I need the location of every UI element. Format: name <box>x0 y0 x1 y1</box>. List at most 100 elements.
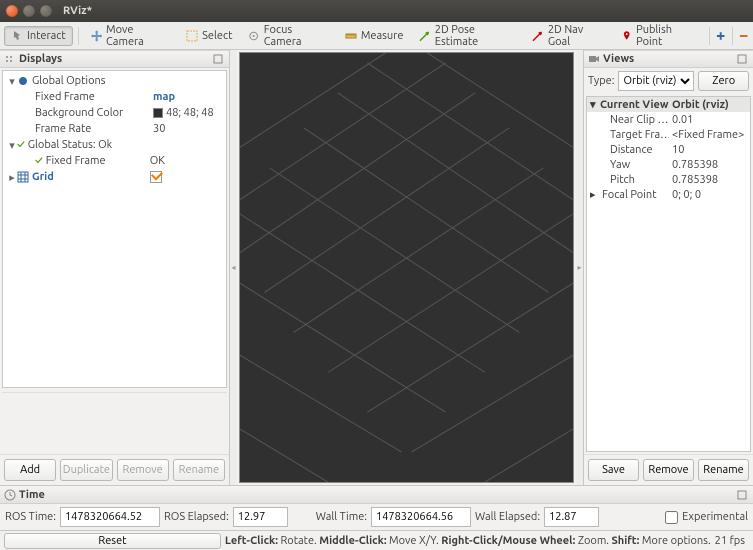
remove-tool-icon[interactable] <box>738 30 749 42</box>
time-title: Time <box>19 489 45 501</box>
select-button[interactable]: Select <box>179 26 239 46</box>
focus-camera-button[interactable]: Focus Camera <box>241 20 335 52</box>
time-panel: Time ROS Time: ROS Elapsed: Wall Time: W… <box>0 485 753 530</box>
add-button[interactable]: Add <box>4 459 56 481</box>
select-icon <box>186 30 198 42</box>
ros-time-field[interactable] <box>60 507 160 527</box>
expand-icon[interactable]: ▾ <box>7 139 17 152</box>
pose-estimate-label: 2D Pose Estimate <box>435 24 517 48</box>
current-view-row[interactable]: ▾ Current View Orbit (rviz) <box>587 97 750 112</box>
views-panel: Views Type: Orbit (rviz) Zero ▾ Current … <box>583 50 753 485</box>
pose-estimate-icon <box>419 30 430 42</box>
ros-elapsed-label: ROS Elapsed: <box>164 511 229 523</box>
property-row[interactable]: Pitch0.785398 <box>587 172 750 187</box>
color-swatch-icon <box>153 108 163 118</box>
measure-icon <box>345 30 357 42</box>
status-ok-icon: ✓ <box>35 155 43 167</box>
pose-estimate-button[interactable]: 2D Pose Estimate <box>412 20 523 52</box>
expand-icon[interactable]: ▾ <box>7 75 17 88</box>
views-close-icon[interactable] <box>735 52 749 66</box>
interact-label: Interact <box>27 30 66 42</box>
wall-time-field[interactable] <box>371 507 471 527</box>
view-type-bar: Type: Orbit (rviz) Zero <box>584 68 753 94</box>
window-title: RViz* <box>63 5 92 17</box>
panel-grip-icon <box>4 53 16 65</box>
window-minimize-icon[interactable] <box>23 5 35 17</box>
nav-goal-label: 2D Nav Goal <box>548 24 605 48</box>
publish-point-icon <box>621 30 632 42</box>
publish-point-label: Publish Point <box>636 24 697 48</box>
view-type-select[interactable]: Orbit (rviz) <box>618 71 694 91</box>
type-label: Type: <box>588 75 614 87</box>
zero-button[interactable]: Zero <box>698 71 749 91</box>
measure-button[interactable]: Measure <box>338 26 411 46</box>
property-row[interactable]: Distance10 <box>587 142 750 157</box>
clock-icon <box>4 489 16 501</box>
left-splitter[interactable] <box>230 50 237 485</box>
displays-tree[interactable]: ▾ Global Options Fixed Frame map Backgro… <box>2 70 227 388</box>
property-row[interactable]: ▸Focal Point0; 0; 0 <box>587 187 750 202</box>
views-buttons: Save Remove Rename <box>584 454 753 485</box>
status-hint: Left-Click: Rotate. Middle-Click: Move X… <box>225 535 711 547</box>
collapse-icon[interactable]: ▸ <box>7 171 17 184</box>
frame-rate-item[interactable]: Frame Rate 30 <box>5 121 224 137</box>
window-titlebar: RViz* <box>0 0 753 22</box>
displays-buttons: Add Duplicate Remove Rename <box>0 454 229 485</box>
main-area: Displays ▾ Global Options Fixed Frame ma… <box>0 50 753 485</box>
fixed-frame-item[interactable]: Fixed Frame map <box>5 89 224 105</box>
global-status-item[interactable]: ▾ ✓ Global Status: Ok <box>5 137 224 153</box>
ros-elapsed-field[interactable] <box>233 507 288 527</box>
main-toolbar: Interact Move Camera Select Focus Camera… <box>0 22 753 50</box>
interact-icon <box>11 30 23 42</box>
time-panel-header[interactable]: Time <box>0 486 753 504</box>
displays-panel-header[interactable]: Displays <box>0 50 229 68</box>
center-viewport-panel <box>237 50 576 485</box>
save-button[interactable]: Save <box>588 459 639 481</box>
grid-item[interactable]: ▸ Grid <box>5 169 224 185</box>
wall-time-label: Wall Time: <box>316 511 367 523</box>
move-camera-icon <box>91 30 102 42</box>
displays-title: Displays <box>19 53 62 65</box>
toolbar-separator <box>78 27 79 45</box>
ros-time-label: ROS Time: <box>5 511 56 523</box>
remove-view-button[interactable]: Remove <box>643 459 694 481</box>
grid-icon <box>17 171 29 183</box>
status-fixed-frame-item[interactable]: ✓ Fixed Frame OK <box>5 153 224 169</box>
interact-button[interactable]: Interact <box>4 26 73 46</box>
focus-camera-label: Focus Camera <box>264 24 329 48</box>
views-property-table[interactable]: ▾ Current View Orbit (rviz) Near Clip …0… <box>586 96 751 452</box>
right-splitter[interactable] <box>576 50 583 485</box>
property-row[interactable]: Target Fra…<Fixed Frame> <box>587 127 750 142</box>
experimental-checkbox[interactable]: Experimental <box>665 511 748 524</box>
property-row[interactable]: Yaw0.785398 <box>587 157 750 172</box>
wall-elapsed-label: Wall Elapsed: <box>475 511 540 523</box>
nav-goal-icon <box>532 30 543 42</box>
reset-button[interactable]: Reset <box>4 533 221 549</box>
move-camera-button[interactable]: Move Camera <box>84 20 177 52</box>
displays-close-icon[interactable] <box>211 52 225 66</box>
time-close-icon[interactable] <box>735 488 749 502</box>
add-tool-icon[interactable] <box>715 30 726 42</box>
background-color-item[interactable]: Background Color 48; 48; 48 <box>5 105 224 121</box>
grid-checkbox[interactable] <box>150 171 162 183</box>
options-icon <box>17 75 29 87</box>
toolbar-separator <box>709 27 710 45</box>
rename-view-button[interactable]: Rename <box>698 459 749 481</box>
remove-button[interactable]: Remove <box>117 459 169 481</box>
rename-button[interactable]: Rename <box>173 459 225 481</box>
duplicate-button[interactable]: Duplicate <box>60 459 112 481</box>
wall-elapsed-field[interactable] <box>544 507 599 527</box>
window-maximize-icon[interactable] <box>40 5 52 17</box>
nav-goal-button[interactable]: 2D Nav Goal <box>525 20 611 52</box>
property-row[interactable]: Near Clip …0.01 <box>587 112 750 127</box>
views-panel-header[interactable]: Views <box>584 50 753 68</box>
focus-camera-icon <box>248 30 259 42</box>
description-area <box>2 392 227 452</box>
measure-label: Measure <box>361 30 404 42</box>
camera-icon <box>588 53 600 65</box>
global-options-item[interactable]: ▾ Global Options <box>5 73 224 89</box>
publish-point-button[interactable]: Publish Point <box>614 20 705 52</box>
views-title: Views <box>603 53 634 65</box>
window-close-icon[interactable] <box>6 5 18 17</box>
3d-viewport[interactable] <box>239 52 574 483</box>
